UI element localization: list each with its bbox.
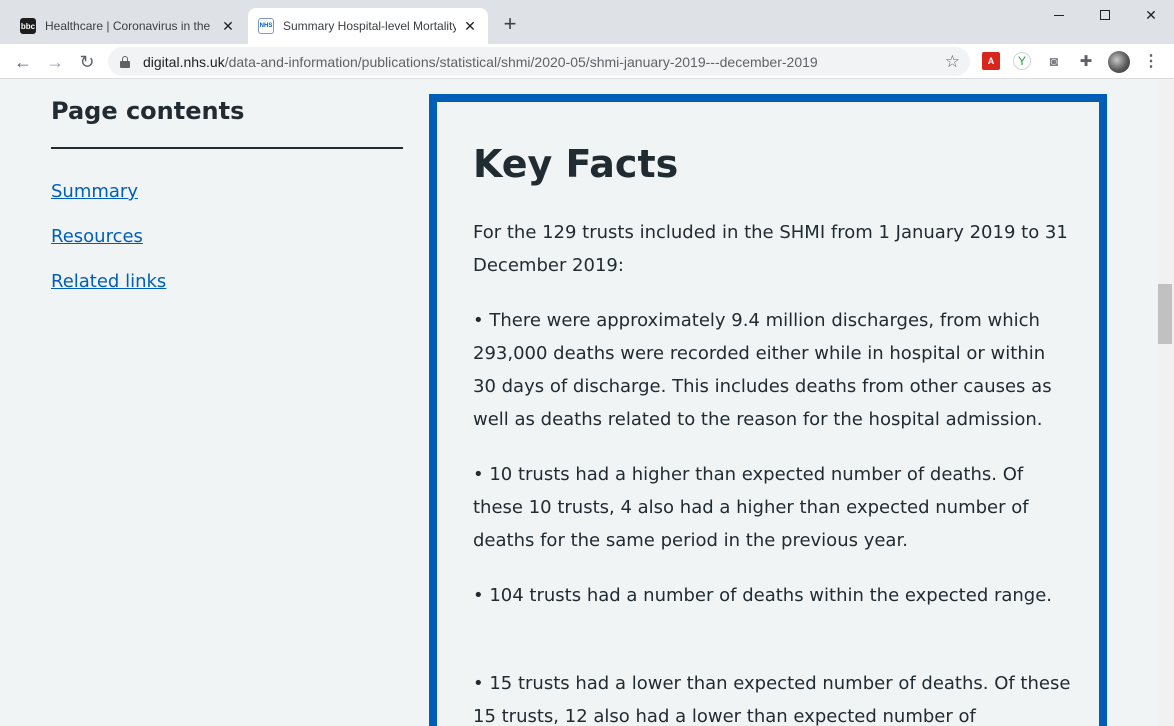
tab-shmi-summary[interactable]: NHS Summary Hospital-level Mortality Ind… — [248, 8, 488, 44]
key-fact-lower-than-expected: • 15 trusts had a lower than expected nu… — [473, 673, 1071, 726]
page-contents-heading: Page contents — [51, 97, 245, 125]
minimize-icon — [1054, 14, 1064, 16]
camera-extension-icon[interactable]: ◙ — [1045, 52, 1063, 70]
tab-bbc-healthcare[interactable]: bbc Healthcare | Coronavirus in the UK ✕ — [10, 8, 246, 44]
window-close-button[interactable]: ✕ — [1128, 0, 1174, 30]
key-facts-title: Key Facts — [473, 142, 679, 186]
browser-menu-icon[interactable]: ⋮ — [1142, 52, 1160, 70]
key-fact-discharges: • There were approximately 9.4 million d… — [473, 310, 1052, 430]
url-path: /data-and-information/publications/stati… — [224, 53, 818, 70]
tab-title: Healthcare | Coronavirus in the UK — [45, 19, 214, 33]
new-tab-button[interactable]: + — [498, 13, 522, 37]
tab-title: Summary Hospital-level Mortality Indicat… — [283, 19, 456, 33]
nhs-digital-icon: NHS — [258, 18, 274, 34]
browser-titlebar: bbc Healthcare | Coronavirus in the UK ✕… — [0, 0, 1174, 44]
address-bar[interactable]: digital.nhs.uk/data-and-information/publ… — [108, 47, 970, 76]
pdf-extension-icon[interactable]: A — [982, 52, 1000, 70]
scrollbar-thumb[interactable] — [1158, 284, 1172, 344]
profile-avatar[interactable] — [1108, 51, 1130, 73]
bookmark-star-icon[interactable]: ☆ — [945, 52, 960, 72]
close-icon[interactable]: ✕ — [462, 18, 478, 34]
page-content: Page contents Summary Resources Related … — [0, 80, 1158, 726]
back-button[interactable]: ← — [9, 48, 37, 76]
page-contents-link-resources[interactable]: Resources — [51, 226, 143, 247]
reload-button[interactable]: ↻ — [73, 48, 101, 76]
key-facts-panel: Key Facts For the 129 trusts included in… — [429, 94, 1107, 726]
url-host: digital.nhs.uk — [143, 53, 225, 70]
close-icon[interactable]: ✕ — [220, 18, 236, 34]
lock-icon[interactable] — [120, 55, 130, 68]
page-contents-link-summary[interactable]: Summary — [51, 181, 138, 202]
page-contents-divider — [51, 147, 403, 149]
key-fact-within-expected: • 104 trusts had a number of deaths with… — [473, 585, 1053, 606]
page-scrollbar[interactable] — [1158, 80, 1174, 726]
maximize-icon — [1100, 10, 1110, 20]
maximize-button[interactable] — [1082, 0, 1128, 30]
browser-toolbar: ← → ↻ digital.nhs.uk/data-and-informatio… — [0, 44, 1174, 79]
bbc-icon: bbc — [20, 18, 36, 34]
minimize-button[interactable] — [1036, 0, 1082, 30]
forward-button[interactable]: → — [41, 48, 69, 76]
extensions-puzzle-icon[interactable]: ✚ — [1077, 52, 1095, 70]
leaf-extension-icon[interactable]: Y — [1013, 52, 1031, 70]
key-fact-higher-than-expected: • 10 trusts had a higher than expected n… — [473, 464, 1029, 551]
key-facts-intro: For the 129 trusts included in the SHMI … — [473, 222, 1068, 276]
page-contents-link-related-links[interactable]: Related links — [51, 271, 166, 292]
